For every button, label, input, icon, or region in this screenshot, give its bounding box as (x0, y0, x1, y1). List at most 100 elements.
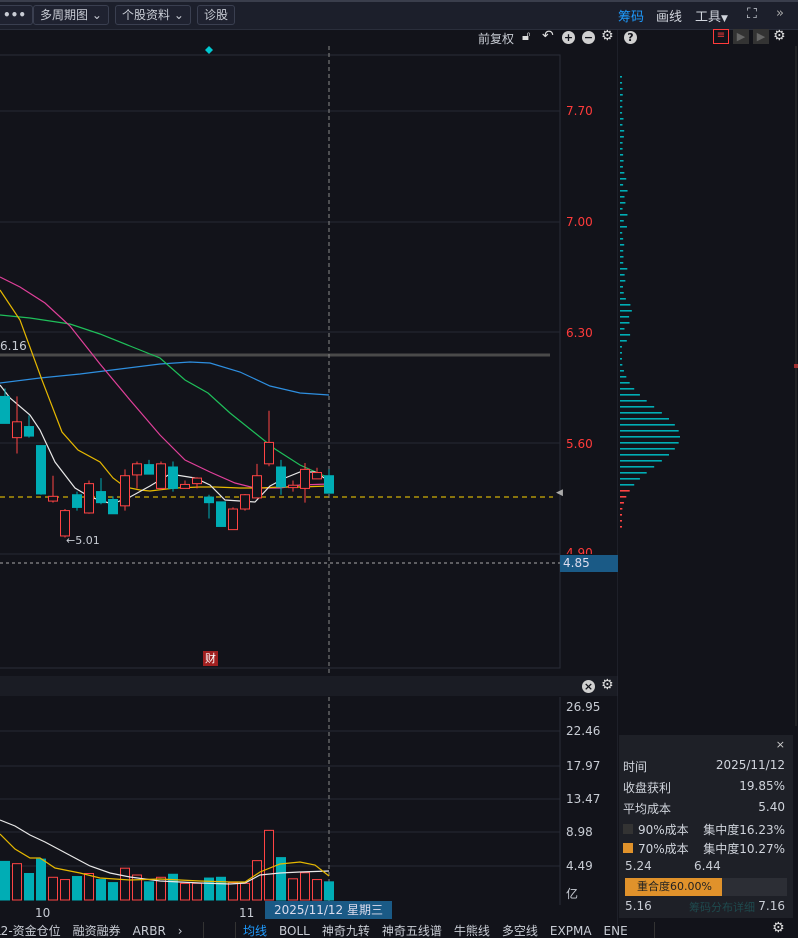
candle[interactable] (85, 480, 94, 513)
chip-list-icon[interactable]: ≡ (713, 29, 729, 44)
kline-chart[interactable] (0, 0, 618, 938)
tab-margin[interactable]: 融资融券 (73, 924, 121, 938)
chip-bar (620, 208, 623, 210)
chip-bar (620, 250, 623, 252)
tab-boll[interactable]: BOLL (279, 924, 310, 938)
chip-bar (620, 388, 634, 390)
candle[interactable] (205, 495, 214, 519)
volume-bar (97, 880, 106, 900)
overlap-bar: 重合度60.00% (625, 878, 787, 896)
play-icon[interactable]: ▶ (753, 29, 769, 44)
caret-down-icon: ▼ (721, 14, 728, 24)
more-tabs-icon[interactable]: › (178, 924, 183, 938)
finance-badge[interactable]: 财 (203, 651, 218, 666)
chip-bar (620, 244, 624, 246)
info-label: 时间 (623, 758, 647, 775)
tab-expma[interactable]: EXPMA (550, 924, 592, 938)
chip-bar (620, 178, 626, 180)
close-icon[interactable]: × (776, 738, 785, 751)
tab-long-short[interactable]: 多空线 (502, 924, 538, 938)
gear-icon[interactable]: ⚙ (601, 677, 614, 693)
chip-bar (620, 340, 627, 342)
price-panel-border (0, 55, 560, 668)
candle[interactable] (241, 494, 250, 511)
candle[interactable] (1, 388, 10, 423)
volume-bar (313, 880, 322, 900)
chip-bar (620, 352, 622, 354)
candles (1, 388, 334, 537)
play-icon[interactable]: ▶ (733, 29, 749, 44)
candle-body (193, 478, 202, 484)
chip-bar (620, 94, 623, 96)
candle[interactable] (217, 502, 226, 527)
candle[interactable] (121, 469, 130, 510)
price-tick: 4.90 (566, 546, 593, 554)
chip-bar (620, 286, 623, 288)
info-label: 收盘获利 (623, 779, 671, 796)
chip-bar (620, 382, 630, 384)
gear-icon[interactable]: ⚙ (773, 28, 786, 44)
chip-bar (620, 184, 623, 186)
candle[interactable] (37, 446, 46, 495)
volume-bar (217, 877, 226, 900)
cost70-row: 70%成本 集中度10.27% (623, 840, 785, 857)
overlap-fill: 重合度60.00% (625, 878, 722, 896)
candle[interactable] (157, 461, 166, 490)
chip-bar (620, 376, 626, 378)
candle[interactable] (13, 396, 22, 453)
chip-info-panel: × 时间 2025/11/12 收盘获利 19.85% 平均成本 5.40 90%成本… (619, 735, 793, 918)
tab-magic-nine[interactable]: 神奇九转 (322, 924, 370, 938)
chip-distribution[interactable] (619, 46, 798, 726)
candle[interactable] (109, 496, 118, 513)
volume-bar (109, 883, 118, 900)
tools-menu[interactable]: 工具▼ (695, 6, 728, 25)
draw-tab[interactable]: 画线 (656, 6, 682, 25)
candle[interactable] (133, 461, 142, 488)
chip-bar (620, 160, 624, 162)
tab-ene[interactable]: ENE (604, 924, 628, 938)
tab-bull-bear[interactable]: 牛熊线 (454, 924, 490, 938)
chip-bar (620, 232, 622, 234)
candle[interactable] (169, 461, 178, 491)
chip-bar (620, 424, 675, 426)
tab-ma[interactable]: 均线 (243, 924, 267, 938)
candle[interactable] (313, 468, 322, 479)
candle[interactable] (325, 469, 334, 493)
volume-bar (301, 873, 310, 900)
tab-capital-position[interactable]: L2-资金仓位 (0, 924, 61, 938)
candle[interactable] (253, 464, 262, 498)
chip-bar (620, 412, 662, 414)
collapse-button[interactable]: » (776, 6, 784, 21)
candle[interactable] (229, 507, 238, 529)
volume-bar (25, 874, 34, 900)
candle[interactable] (277, 460, 286, 495)
candle[interactable] (49, 476, 58, 503)
volume-bar (85, 874, 94, 900)
candle-body (73, 495, 82, 508)
candle-body (49, 496, 58, 501)
candle[interactable] (97, 478, 106, 504)
fullscreen-icon[interactable]: ⛶ (747, 6, 757, 22)
volume-bar (49, 877, 58, 900)
candle[interactable] (145, 460, 154, 474)
event-diamond-icon (205, 46, 213, 54)
volume-bar (73, 877, 82, 900)
gear-icon[interactable]: ⚙ (772, 920, 785, 936)
chip-bar (620, 226, 627, 228)
chip-detail-link[interactable]: 筹码分布详细 (689, 899, 755, 915)
close-panel-icon[interactable]: × (582, 680, 595, 693)
info-value: 19.85% (739, 779, 785, 796)
candle[interactable] (73, 492, 82, 511)
chip-bar (620, 112, 622, 114)
help-icon[interactable]: ? (624, 31, 637, 44)
candle[interactable] (265, 411, 274, 466)
candle[interactable] (289, 480, 298, 491)
range90-low: 5.16 (625, 899, 652, 913)
tab-magic-five[interactable]: 神奇五线谱 (382, 924, 442, 938)
volume-bar (265, 830, 274, 900)
volume-bar (229, 883, 238, 900)
candle[interactable] (181, 480, 190, 488)
chip-bar (620, 172, 624, 174)
chips-tab[interactable]: 筹码 (618, 6, 644, 25)
tab-arbr[interactable]: ARBR (133, 924, 166, 938)
